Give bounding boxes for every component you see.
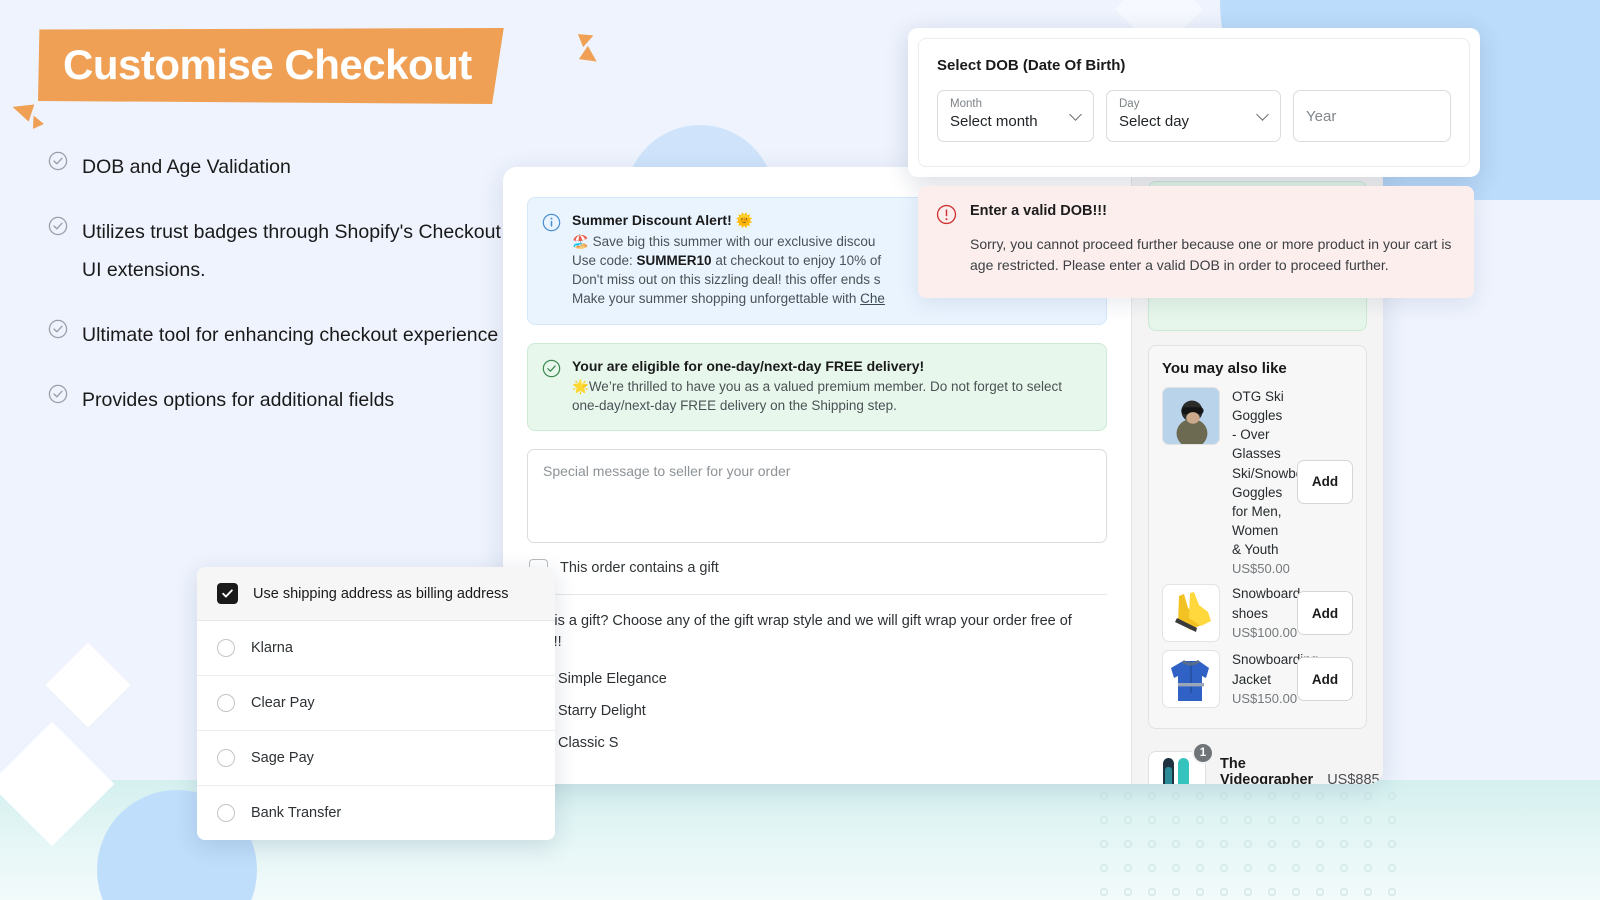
product-price: US$150.00: [1232, 690, 1298, 706]
cart-thumbnail-wrap: 1: [1148, 742, 1214, 784]
special-message-textarea[interactable]: Special message to seller for your order: [527, 448, 1107, 543]
gift-option-row[interactable]: Simple Elegance: [527, 663, 1107, 695]
product-price: US$50.00: [1232, 561, 1290, 577]
banner-title: Summer Discount Alert! 🌞: [572, 212, 754, 228]
beach-emoji: 🏖️: [572, 234, 589, 249]
gift-option-label: Classic S: [558, 734, 619, 751]
product-name: Snowboard shoes: [1232, 586, 1301, 621]
discount-code: SUMMER10: [636, 253, 712, 269]
payment-method-label: Klarna: [251, 640, 293, 656]
billing-address-checkbox[interactable]: [217, 583, 238, 604]
recommendations-title: You may also like: [1162, 360, 1287, 377]
gift-option-row[interactable]: Classic S: [527, 727, 1107, 759]
gift-wrap-description: Is this a gift? Choose any of the gift w…: [527, 612, 1072, 650]
payment-method-clear-pay[interactable]: Clear Pay: [197, 676, 555, 731]
error-body: Sorry, you cannot proceed further becaus…: [970, 236, 1452, 273]
month-label: Month: [950, 98, 982, 110]
payment-radio[interactable]: [217, 804, 235, 822]
check-circle-icon: [542, 359, 561, 415]
list-item: OTG Ski Goggles - Over Glasses Ski/Snowb…: [1162, 387, 1353, 576]
add-to-cart-button[interactable]: Add: [1297, 591, 1353, 636]
cart-product-name: The Videographer Snowboard: [1220, 756, 1314, 784]
list-item: DOB and Age Validation: [48, 148, 518, 186]
feature-label: Provides options for additional fields: [82, 389, 395, 412]
banner-line-4-pre: Make your summer shopping unforgettable …: [572, 291, 861, 307]
payment-method-label: Bank Transfer: [251, 805, 342, 821]
banner-body: 🏖️ Save big this summer with our exclusi…: [572, 232, 885, 309]
list-item: Snowboard shoes US$100.00 Add: [1162, 584, 1353, 643]
payment-methods-panel: Use shipping address as billing address …: [197, 567, 555, 840]
payment-radio[interactable]: [217, 694, 235, 712]
gift-checkbox-row[interactable]: This order contains a gift: [527, 543, 1107, 595]
payment-method-label: Clear Pay: [251, 695, 315, 711]
billing-address-row[interactable]: Use shipping address as billing address: [197, 567, 555, 621]
free-delivery-banner: Your are eligible for one-day/next-day F…: [527, 342, 1107, 431]
product-info: OTG Ski Goggles - Over Glasses Ski/Snowb…: [1232, 387, 1323, 577]
payment-method-label: Sage Pay: [251, 750, 314, 766]
diamond-decoration: [45, 642, 131, 728]
product-info: Snowboarding Jacket US$150.00: [1232, 650, 1318, 706]
year-placeholder: Year: [1306, 107, 1337, 125]
hero-banner: Customise Checkout: [38, 28, 504, 104]
gift-option-row[interactable]: Starry Delight: [527, 695, 1107, 727]
banner-line-2-post: at checkout to enjoy 10% of: [711, 253, 882, 269]
check-circle-icon: [48, 151, 68, 176]
add-to-cart-button[interactable]: Add: [1297, 657, 1353, 702]
month-select[interactable]: Month Select month: [937, 90, 1094, 142]
list-item: Snowboarding Jacket US$150.00 Add: [1162, 650, 1353, 709]
list-item: Utilizes trust badges through Shopify's …: [48, 213, 518, 289]
product-thumbnail-ski-goggles: [1162, 387, 1220, 445]
day-select[interactable]: Day Select day: [1106, 90, 1281, 142]
error-title: Enter a valid DOB!!!: [970, 203, 1107, 219]
feature-label: Utilizes trust badges through Shopify's …: [82, 221, 501, 282]
month-value: Select month: [950, 112, 1038, 130]
payment-radio[interactable]: [217, 749, 235, 767]
dot-pattern-decoration: [1098, 790, 1398, 900]
year-input[interactable]: Year: [1293, 90, 1451, 142]
day-label: Day: [1119, 98, 1140, 110]
dob-panel-title: Select DOB (Date Of Birth): [937, 57, 1126, 74]
dob-selector-panel: Select DOB (Date Of Birth) Month Select …: [908, 28, 1480, 177]
gift-option-label: Starry Delight: [558, 702, 646, 719]
check-circle-icon: [48, 216, 68, 241]
product-thumbnail-snowboard-shoes: [1162, 584, 1220, 643]
banner-line-3: Don't miss out on this sizzling deal! th…: [572, 272, 881, 288]
product-price: US$100.00: [1232, 624, 1298, 640]
gift-checkbox-label: This order contains a gift: [560, 560, 719, 577]
banner-title: Your are eligible for one-day/next-day F…: [572, 357, 925, 374]
feature-label: DOB and Age Validation: [82, 156, 291, 178]
cart-line-item: 1 The Videographer Snowboard US$885.95: [1148, 742, 1383, 784]
payment-method-sage-pay[interactable]: Sage Pay: [197, 731, 555, 786]
payment-method-klarna[interactable]: Klarna: [197, 621, 555, 676]
payment-radio[interactable]: [217, 639, 235, 657]
sparkle-emoji: 🌟: [572, 378, 589, 394]
checkout-link[interactable]: Che: [860, 291, 885, 306]
day-value: Select day: [1119, 112, 1190, 130]
banner-body-text: We’re thrilled to have you as a valued p…: [572, 378, 1063, 413]
payment-method-bank-transfer[interactable]: Bank Transfer: [197, 786, 555, 840]
error-icon: [936, 204, 957, 276]
feature-label: Ultimate tool for enhancing checkout exp…: [82, 324, 499, 347]
add-to-cart-button[interactable]: Add: [1297, 459, 1353, 504]
banner-line-2-pre: Use code:: [572, 253, 637, 269]
cart-quantity-badge: 1: [1192, 742, 1214, 765]
gift-option-label: Simple Elegance: [558, 670, 667, 687]
info-icon: [542, 213, 561, 309]
check-circle-icon: [48, 319, 68, 344]
list-item: Ultimate tool for enhancing checkout exp…: [48, 316, 518, 354]
product-info: Snowboard shoes US$100.00: [1232, 584, 1300, 640]
list-item: Provides options for additional fields: [48, 381, 518, 419]
dob-error-panel: Enter a valid DOB!!! Sorry, you cannot p…: [918, 186, 1474, 298]
billing-address-label: Use shipping address as billing address: [253, 585, 509, 602]
product-thumbnail-snowboard-jacket: [1162, 650, 1220, 709]
cart-product-price: US$885.95: [1327, 772, 1383, 784]
recommendations-card: You may also like OTG Ski Goggles - Over…: [1148, 345, 1367, 730]
feature-list: DOB and Age Validation Utilizes trust ba…: [48, 148, 518, 419]
banner-line-1: Save big this summer with our exclusive …: [588, 234, 876, 249]
check-circle-icon: [48, 384, 68, 409]
page-title: Customise Checkout: [38, 28, 504, 104]
banner-body: 🌟We’re thrilled to have you as a valued …: [572, 377, 1090, 415]
